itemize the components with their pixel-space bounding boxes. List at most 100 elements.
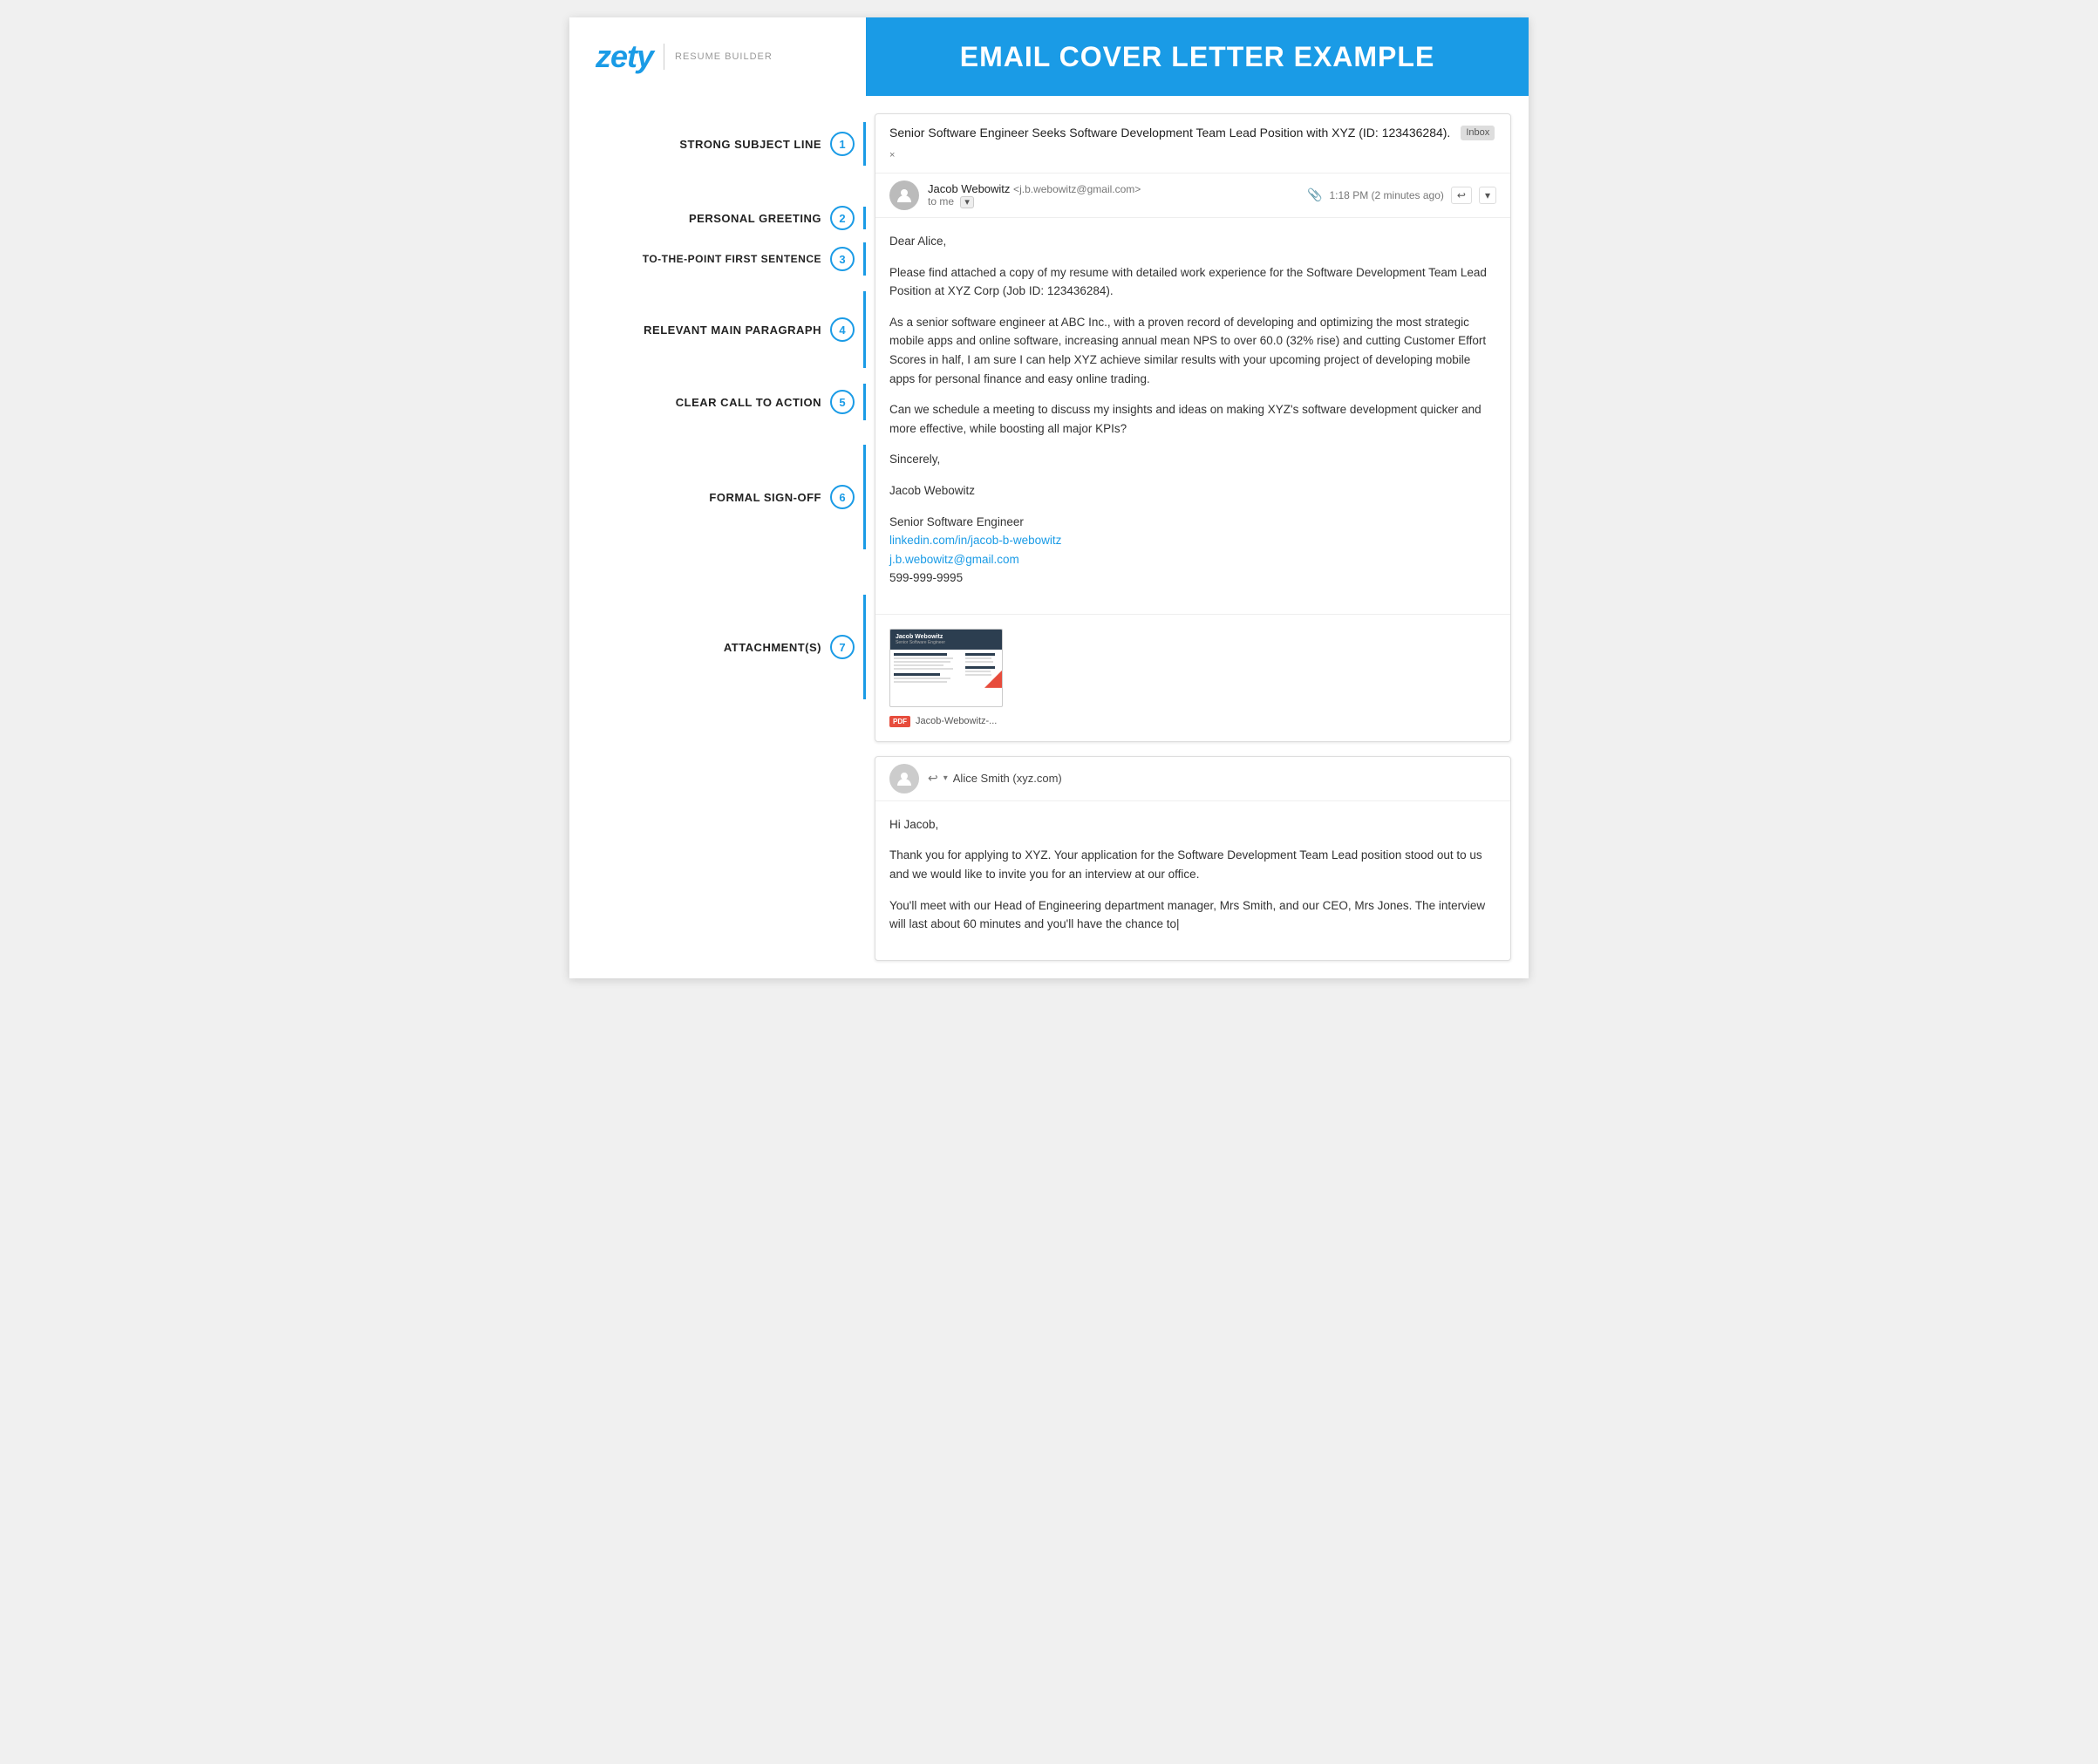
email-time: 1:18 PM (2 minutes ago) — [1330, 189, 1444, 201]
logo-zety: zety — [596, 38, 653, 75]
email-para2: As a senior software engineer at ABC Inc… — [889, 313, 1496, 388]
pdf-badge-row: PDF Jacob-Webowitz-... — [889, 716, 1003, 727]
resume-line — [965, 671, 991, 672]
resume-line — [965, 657, 991, 659]
resume-line — [894, 664, 943, 666]
reply-arrows: ↩ ▾ — [928, 771, 948, 786]
bracket-5 — [863, 384, 866, 420]
sidebar-label-4: RELEVANT MAIN PARAGRAPH — [644, 324, 821, 337]
email-closing: Sincerely, — [889, 450, 1496, 469]
resume-line — [894, 681, 947, 683]
sidebar: STRONG SUBJECT LINE 1 PERSONAL GREETING … — [569, 96, 866, 978]
email-attachment-area: Jacob Webowitz Senior Software Engineer — [875, 614, 1510, 741]
reply-button[interactable]: ↩ — [1451, 187, 1472, 204]
sidebar-label-7: ATTACHMENT(S) — [724, 641, 821, 654]
email-link[interactable]: j.b.webowitz@gmail.com — [889, 553, 1019, 566]
pdf-filename[interactable]: Jacob-Webowitz-... — [916, 716, 997, 726]
person-icon — [896, 187, 913, 204]
from-name: Jacob Webowitz <j.b.webowitz@gmail.com> — [928, 182, 1298, 195]
reply-from-row: ↩ ▾ Alice Smith (xyz.com) — [875, 757, 1510, 801]
resume-line — [894, 657, 953, 659]
bracket-4 — [863, 291, 866, 368]
more-button[interactable]: ▾ — [1479, 187, 1496, 204]
sender-avatar — [889, 180, 919, 210]
resume-line — [965, 653, 995, 656]
reply-para1: Thank you for applying to XYZ. Your appl… — [889, 846, 1496, 883]
reply-body: Hi Jacob, Thank you for applying to XYZ.… — [875, 801, 1510, 960]
resume-line — [894, 661, 950, 663]
inbox-x-button[interactable]: × — [889, 149, 895, 162]
sidebar-badge-4: 4 — [830, 317, 855, 342]
sidebar-item-1: STRONG SUBJECT LINE 1 — [679, 122, 866, 166]
email-subject-text: Senior Software Engineer Seeks Software … — [889, 125, 1450, 142]
sidebar-item-3: TO-THE-POINT FIRST SENTENCE 3 — [643, 242, 866, 276]
email-signtitle: Senior Software Engineer linkedin.com/in… — [889, 513, 1496, 588]
sidebar-label-3: TO-THE-POINT FIRST SENTENCE — [643, 253, 821, 265]
reply-from-name: Alice Smith (xyz.com) — [953, 772, 1062, 785]
dropdown-icon: ▾ — [943, 773, 948, 783]
header: zety RESUME BUILDER EMAIL COVER LETTER E… — [569, 17, 1529, 96]
email-greeting: Dear Alice, — [889, 232, 1496, 251]
linkedin-link[interactable]: linkedin.com/in/jacob-b-webowitz — [889, 534, 1061, 547]
sidebar-badge-7: 7 — [830, 635, 855, 659]
page-title: EMAIL COVER LETTER EXAMPLE — [960, 41, 1435, 73]
main-container: zety RESUME BUILDER EMAIL COVER LETTER E… — [569, 17, 1529, 978]
logo-area: zety RESUME BUILDER — [569, 17, 866, 96]
resume-thumb-header: Jacob Webowitz Senior Software Engineer — [890, 630, 1002, 650]
resume-line — [894, 673, 940, 676]
sidebar-badge-1: 1 — [830, 132, 855, 156]
resume-line — [894, 653, 947, 656]
email-body: Dear Alice, Please find attached a copy … — [875, 218, 1510, 614]
email-subject-row: Senior Software Engineer Seeks Software … — [875, 114, 1510, 174]
sidebar-badge-6: 6 — [830, 485, 855, 509]
to-me-badge[interactable]: ▾ — [960, 196, 974, 208]
from-details: Jacob Webowitz <j.b.webowitz@gmail.com> … — [928, 182, 1298, 208]
reply-card: ↩ ▾ Alice Smith (xyz.com) Hi Jacob, Than… — [875, 756, 1511, 961]
bracket-3 — [863, 242, 866, 276]
sidebar-label-2: PERSONAL GREETING — [689, 212, 821, 225]
email-para3: Can we schedule a meeting to discuss my … — [889, 400, 1496, 438]
resume-thumb-title: Senior Software Engineer — [896, 640, 997, 645]
bracket-1 — [863, 122, 866, 166]
email-meta: 📎 1:18 PM (2 minutes ago) ↩ ▾ — [1307, 187, 1496, 204]
person-icon-reply — [896, 770, 913, 787]
bracket-6 — [863, 445, 866, 549]
email-content-area: Senior Software Engineer Seeks Software … — [866, 96, 1529, 978]
pdf-icon: PDF — [889, 716, 910, 727]
sidebar-item-7: ATTACHMENT(S) 7 — [724, 595, 866, 699]
resume-line — [894, 668, 953, 670]
resume-line — [894, 678, 950, 679]
reply-greeting: Hi Jacob, — [889, 815, 1496, 834]
to-field: to me ▾ — [928, 195, 1298, 208]
reply-para2: You'll meet with our Head of Engineering… — [889, 896, 1496, 934]
reply-avatar — [889, 764, 919, 793]
sidebar-badge-5: 5 — [830, 390, 855, 414]
bracket-7 — [863, 595, 866, 699]
resume-line — [965, 661, 993, 663]
sidebar-item-6: FORMAL SIGN-OFF 6 — [709, 445, 866, 549]
reply-arrow-icon: ↩ — [928, 771, 938, 786]
sidebar-label-1: STRONG SUBJECT LINE — [679, 138, 821, 151]
sender-name: Jacob Webowitz — [928, 182, 1010, 195]
sender-email: <j.b.webowitz@gmail.com> — [1013, 183, 1141, 195]
sidebar-badge-3: 3 — [830, 247, 855, 271]
sidebar-item-2: PERSONAL GREETING 2 — [689, 206, 866, 230]
logo-sub: RESUME BUILDER — [675, 51, 773, 62]
resume-thumb-name: Jacob Webowitz — [896, 634, 997, 640]
reply-from-details: ↩ ▾ Alice Smith (xyz.com) — [928, 771, 1496, 786]
resume-left-col — [894, 653, 960, 684]
paperclip-icon: 📎 — [1307, 187, 1322, 202]
resume-thumb-body — [890, 650, 1002, 688]
body-layout: STRONG SUBJECT LINE 1 PERSONAL GREETING … — [569, 96, 1529, 978]
bracket-2 — [863, 207, 866, 229]
sidebar-label-6: FORMAL SIGN-OFF — [709, 491, 821, 504]
email-para1: Please find attached a copy of my resume… — [889, 263, 1496, 301]
sidebar-item-4: RELEVANT MAIN PARAGRAPH 4 — [644, 291, 866, 368]
email-signname: Jacob Webowitz — [889, 481, 1496, 501]
email-from-row: Jacob Webowitz <j.b.webowitz@gmail.com> … — [875, 174, 1510, 218]
header-title-bar: EMAIL COVER LETTER EXAMPLE — [866, 17, 1529, 96]
attachment-thumb-wrap: Jacob Webowitz Senior Software Engineer — [889, 629, 1003, 727]
resume-thumbnail[interactable]: Jacob Webowitz Senior Software Engineer — [889, 629, 1003, 707]
inbox-badge: Inbox — [1461, 126, 1495, 140]
sidebar-item-5: CLEAR CALL TO ACTION 5 — [676, 384, 866, 420]
